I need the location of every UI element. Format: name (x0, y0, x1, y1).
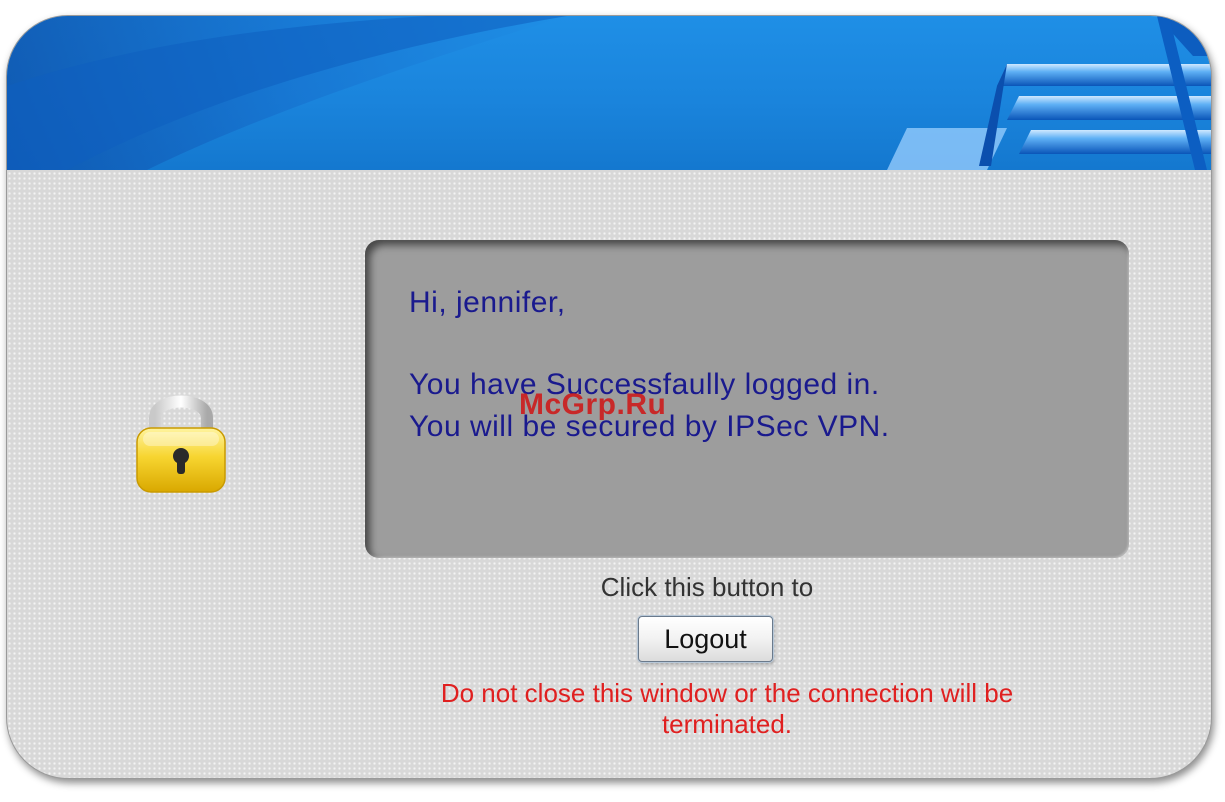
header-banner (7, 16, 1211, 170)
logout-instruction: Click this button to (600, 572, 814, 602)
banner-graphic (7, 16, 1211, 170)
greeting-text: Hi, jennifer, (409, 286, 566, 319)
padlock-icon (131, 388, 231, 496)
message-panel: Hi, jennifer, You have Successfaully log… (365, 240, 1129, 558)
warning-text: Do not close this window or the connecti… (440, 678, 1014, 739)
logout-button[interactable]: Logout (638, 616, 773, 662)
vpn-login-window: Hi, jennifer, You have Successfaully log… (6, 15, 1212, 779)
watermark: McGrp.Ru (519, 388, 667, 421)
